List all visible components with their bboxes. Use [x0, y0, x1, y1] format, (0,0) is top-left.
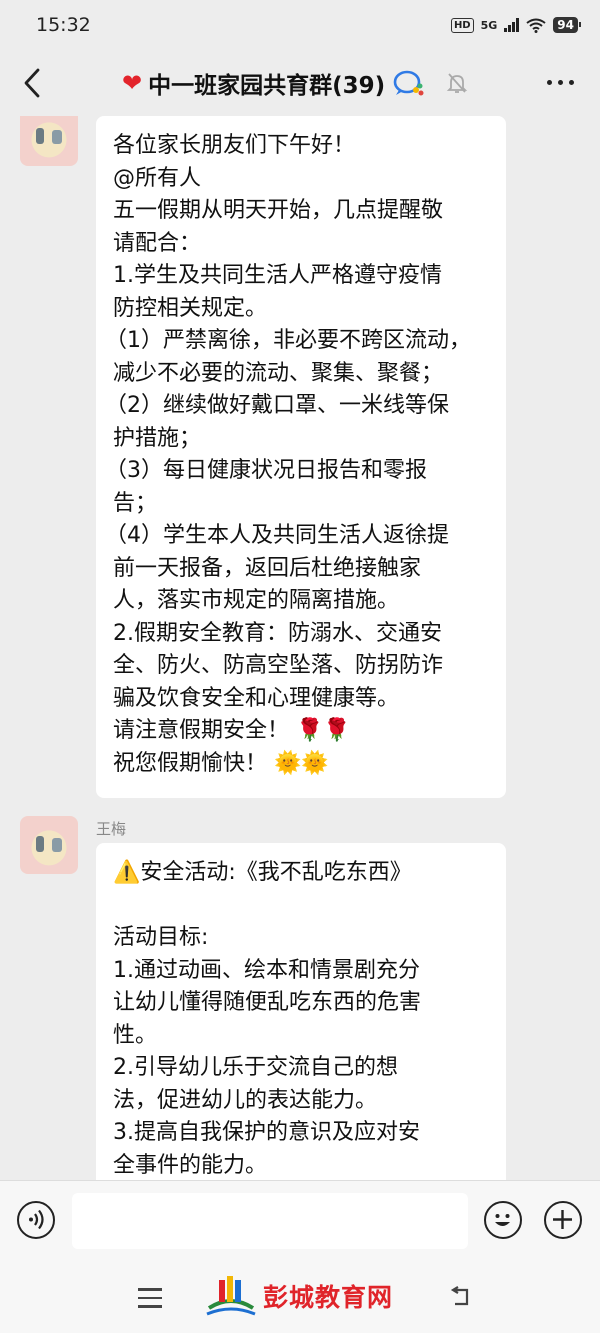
- watermark-text: 彭城教育网: [263, 1283, 394, 1312]
- system-navigation-bar: 彭城教育网: [0, 1260, 600, 1333]
- voice-input-button[interactable]: [17, 1201, 55, 1239]
- chat-message-list[interactable]: 各位家长朋友们下午好！ @所有人 五一假期从明天开始，几点提醒敬 请配合： 1.…: [0, 116, 600, 1180]
- wifi-icon: [526, 18, 546, 33]
- message-line: 骗及饮食安全和心理健康等。: [113, 685, 400, 711]
- message-line: @所有人: [113, 165, 202, 191]
- work-group-badge-icon: [393, 70, 424, 96]
- voice-icon: [29, 1209, 44, 1230]
- status-icons: HD 5G 94: [450, 17, 581, 33]
- watermark: 彭城教育网: [205, 1274, 393, 1318]
- message-line: 让幼儿懂得随便乱吃东西的危害: [113, 990, 422, 1015]
- heart-icon: ❤: [122, 69, 143, 97]
- message-line: 前一天报备，返回后杜绝接触家: [113, 555, 422, 581]
- message-line: 活动目标:: [113, 925, 209, 950]
- message-line: 2.假期安全教育：防溺水、交通安: [113, 620, 442, 646]
- message-line: 全、防火、防高空坠落、防拐防诈: [113, 653, 444, 678]
- message-line: （4）学生本人及共同生活人返徐提: [105, 523, 449, 548]
- message-line: 请配合：: [113, 230, 202, 256]
- message-line: 人，落实市规定的隔离措施。: [113, 588, 400, 613]
- battery-icon: 94: [553, 17, 581, 33]
- sender-name: 王梅: [96, 820, 127, 838]
- message-line: ⚠️安全活动:《我不乱吃东西》: [113, 860, 412, 885]
- message-line: 减少不必要的流动、聚集、聚餐；: [113, 360, 444, 386]
- message-line: 各位家长朋友们下午好！: [113, 133, 356, 158]
- menu-icon[interactable]: [138, 1288, 162, 1314]
- message-bubble[interactable]: 各位家长朋友们下午好！ @所有人 五一假期从明天开始，几点提醒敬 请配合： 1.…: [96, 116, 506, 798]
- message-line: 全事件的能力。: [113, 1152, 268, 1178]
- message-line: 防控相关规定。: [113, 295, 268, 321]
- status-time: 15:32: [36, 14, 91, 36]
- plus-icon: [553, 1210, 572, 1229]
- message-line: 五一假期从明天开始，几点提醒敬: [113, 198, 444, 223]
- system-back-icon[interactable]: [447, 1284, 473, 1310]
- network-label: 5G: [480, 18, 498, 32]
- message-line: [113, 890, 490, 923]
- smiley-icon: [495, 1214, 510, 1226]
- message-bubble[interactable]: ⚠️安全活动:《我不乱吃东西》 活动目标: 1.通过动画、绘本和情景剧充分 让幼…: [96, 843, 506, 1180]
- avatar[interactable]: [20, 816, 78, 874]
- message-line: （2）继续做好戴口罩、一米线等保: [105, 393, 449, 418]
- chat-title-group[interactable]: ❤ 中一班家园共育群(39): [122, 66, 469, 100]
- message-input-bar: [0, 1180, 600, 1260]
- chat-title: 中一班家园共育群(39): [148, 73, 386, 99]
- mute-bell-icon: [446, 73, 468, 93]
- message-line: 祝您假期愉快！ 🌞🌞: [113, 750, 329, 776]
- message-line: （3）每日健康状况日报告和零报: [105, 458, 427, 483]
- hd-badge: HD: [450, 17, 474, 33]
- message-line: 法，促进幼儿的表达能力。: [113, 1087, 378, 1113]
- book-logo-icon: [206, 1276, 256, 1316]
- message-line: 2.引导幼儿乐于交流自己的想: [113, 1055, 398, 1080]
- back-arrow-icon[interactable]: [18, 66, 48, 100]
- message-input[interactable]: [72, 1193, 468, 1249]
- message-line: 告；: [113, 490, 158, 516]
- message-line: 3.提高自我保护的意识及应对安: [113, 1120, 420, 1145]
- more-functions-button[interactable]: [544, 1201, 582, 1239]
- avatar[interactable]: [20, 116, 78, 166]
- message-line: 性。: [113, 1022, 158, 1048]
- message-line: （1）严禁离徐，非必要不跨区流动，: [105, 328, 471, 353]
- status-bar: 15:32 HD 5G 94: [0, 0, 600, 50]
- chat-header: ❤ 中一班家园共育群(39): [0, 50, 600, 116]
- more-options-icon[interactable]: [547, 80, 574, 85]
- message-line: 1.学生及共同生活人严格遵守疫情: [113, 263, 442, 288]
- message-line: 1.通过动画、绘本和情景剧充分: [113, 957, 420, 983]
- emoji-button[interactable]: [484, 1201, 522, 1239]
- message-line: 请注意假期安全！ 🌹🌹: [113, 718, 351, 743]
- signal-icon: [504, 18, 520, 32]
- message-line: 护措施；: [113, 425, 202, 451]
